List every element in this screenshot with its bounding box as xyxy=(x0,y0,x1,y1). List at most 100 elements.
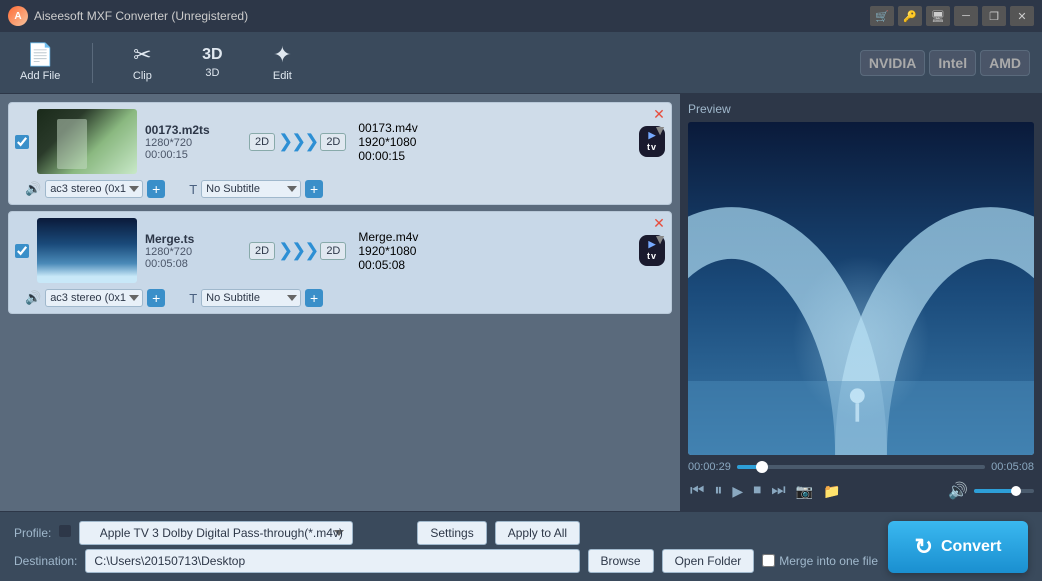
audio-select-wrap-2: 🔊 ac3 stereo (0x1 + xyxy=(25,289,165,307)
edit-button[interactable]: ✦ Edit xyxy=(257,40,307,86)
profile-select-wrap: Apple TV 3 Dolby Digital Pass-through(*.… xyxy=(59,521,409,545)
stop-button[interactable]: ⏹ xyxy=(751,480,763,502)
folder-button[interactable]: 📁 xyxy=(821,481,842,502)
main-area: 00173.m2ts 1280*720 00:00:15 2D ❯❯❯ 2D 0… xyxy=(0,94,1042,511)
src-dur-1: 00:00:15 xyxy=(145,149,245,161)
profile-color-dot xyxy=(59,525,71,537)
toolbar: 📄 Add File ✂ Clip 3D 3D ✦ Edit NVIDIA In… xyxy=(0,32,1042,94)
file-close-button-2[interactable]: ✕ xyxy=(653,216,667,230)
sub-select-wrap-1: T No Subtitle + xyxy=(189,180,323,198)
file-item: 00173.m2ts 1280*720 00:00:15 2D ❯❯❯ 2D 0… xyxy=(8,102,672,205)
minimize-button[interactable]: ─ xyxy=(954,6,978,26)
src-filename-2: Merge.ts xyxy=(145,232,245,246)
apply-to-all-button[interactable]: Apply to All xyxy=(495,521,580,545)
screenshot-button[interactable]: 📷 xyxy=(794,481,815,502)
file-actions-1: ✕ ▼ xyxy=(653,107,667,137)
audio-add-button-2[interactable]: + xyxy=(147,289,165,307)
volume-track[interactable] xyxy=(974,489,1034,493)
preview-video[interactable] xyxy=(688,122,1034,455)
merge-checkbox[interactable] xyxy=(762,554,775,567)
destination-input[interactable] xyxy=(85,549,579,573)
edit-icon: ✦ xyxy=(273,44,291,66)
gpu-buttons: NVIDIA Intel AMD xyxy=(860,50,1030,76)
intel-button[interactable]: Intel xyxy=(929,50,976,76)
subtitle-icon-2: T xyxy=(189,291,197,306)
threed-button[interactable]: 3D 3D xyxy=(187,43,237,83)
file-actions-2: ✕ ▼ xyxy=(653,216,667,246)
clip-button[interactable]: ✂ Clip xyxy=(117,40,167,86)
file-edit-button-2[interactable]: ▼ xyxy=(653,232,667,246)
progress-bar-wrap: 00:00:29 00:05:08 xyxy=(688,461,1034,473)
bottom-bar: Profile: Apple TV 3 Dolby Digital Pass-t… xyxy=(0,511,1042,581)
file-thumbnail-1 xyxy=(37,109,137,174)
convert-button[interactable]: ↻ Convert xyxy=(888,521,1028,573)
restore-button[interactable]: ❐ xyxy=(982,6,1006,26)
audio-select-2[interactable]: ac3 stereo (0x1 xyxy=(45,289,143,307)
pause-button[interactable]: ⏸ xyxy=(712,480,724,502)
volume-thumb[interactable] xyxy=(1011,486,1021,496)
add-file-button[interactable]: 📄 Add File xyxy=(12,40,68,86)
file-item-2: Merge.ts 1280*720 00:05:08 2D ❯❯❯ 2D Mer… xyxy=(8,211,672,314)
file-checkbox-1[interactable] xyxy=(15,135,29,149)
app-title: Aiseesoft MXF Converter (Unregistered) xyxy=(34,9,870,23)
file-item-header-2: Merge.ts 1280*720 00:05:08 2D ❯❯❯ 2D Mer… xyxy=(15,218,665,283)
clip-icon: ✂ xyxy=(133,44,151,66)
file-dst-1: 00173.m4v 1920*1080 00:00:15 xyxy=(358,121,478,163)
arrow-icon-1: ❯❯❯ xyxy=(278,131,317,152)
profile-select[interactable]: Apple TV 3 Dolby Digital Pass-through(*.… xyxy=(79,521,353,545)
close-button[interactable]: ✕ xyxy=(1010,6,1034,26)
volume-wrap: 🔊 xyxy=(946,479,1034,503)
progress-thumb[interactable] xyxy=(756,461,768,473)
skip-back-button[interactable]: ⏮ xyxy=(688,480,706,502)
audio-icon-1: 🔊 xyxy=(25,181,41,197)
audio-select-1[interactable]: ac3 stereo (0x1 xyxy=(45,180,143,198)
skip-fwd-button[interactable]: ⏭ xyxy=(769,480,787,502)
convert-label: Convert xyxy=(941,538,1001,556)
amd-button[interactable]: AMD xyxy=(980,50,1030,76)
open-folder-button[interactable]: Open Folder xyxy=(662,549,755,573)
subtitle-select-1[interactable]: No Subtitle xyxy=(201,180,301,198)
progress-track[interactable] xyxy=(737,465,985,469)
preview-video-inner xyxy=(688,122,1034,455)
sub-select-wrap-2: T No Subtitle + xyxy=(189,289,323,307)
nvidia-logo: NVIDIA xyxy=(869,55,916,71)
nvidia-button[interactable]: NVIDIA xyxy=(860,50,925,76)
dst-res-2: 1920*1080 xyxy=(358,244,478,258)
file-info-2: Merge.ts 1280*720 00:05:08 2D ❯❯❯ 2D Mer… xyxy=(145,230,665,272)
destination-label: Destination: xyxy=(14,554,77,568)
play-button[interactable]: ▶ xyxy=(730,481,745,502)
dst-res-1: 1920*1080 xyxy=(358,135,478,149)
file-thumbnail-2 xyxy=(37,218,137,283)
profile-label: Profile: xyxy=(14,526,51,540)
merge-wrap: Merge into one file xyxy=(762,554,878,568)
file-info-1: 00173.m2ts 1280*720 00:00:15 2D ❯❯❯ 2D 0… xyxy=(145,121,665,163)
dst-filename-2: Merge.m4v xyxy=(358,230,478,244)
add-file-icon: 📄 xyxy=(26,44,53,66)
file-checkbox-2[interactable] xyxy=(15,244,29,258)
src-mode-badge-1: 2D xyxy=(249,133,275,151)
total-time-label: 00:05:08 xyxy=(991,461,1034,473)
file-close-button-1[interactable]: ✕ xyxy=(653,107,667,121)
current-time-label: 00:00:29 xyxy=(688,461,731,473)
dst-filename-1: 00173.m4v xyxy=(358,121,478,135)
subtitle-select-2[interactable]: No Subtitle xyxy=(201,289,301,307)
arrow-icon-2: ❯❯❯ xyxy=(278,240,317,261)
cart-button[interactable]: 🛒 xyxy=(870,6,894,26)
subtitle-add-button-2[interactable]: + xyxy=(305,289,323,307)
clip-label: Clip xyxy=(133,70,152,82)
browse-button[interactable]: Browse xyxy=(588,549,654,573)
dst-mode-badge-2: 2D xyxy=(320,242,346,260)
app-logo: A xyxy=(8,6,28,26)
monitor-button[interactable]: 🖥 xyxy=(926,6,950,26)
src-dur-2: 00:05:08 xyxy=(145,258,245,270)
audio-add-button-1[interactable]: + xyxy=(147,180,165,198)
volume-button[interactable]: 🔊 xyxy=(946,479,970,503)
key-button[interactable]: 🔑 xyxy=(898,6,922,26)
dst-dur-2: 00:05:08 xyxy=(358,258,478,272)
settings-button[interactable]: Settings xyxy=(417,521,486,545)
file-dst-2: Merge.m4v 1920*1080 00:05:08 xyxy=(358,230,478,272)
threed-icon: 3D xyxy=(202,47,222,63)
subtitle-add-button-1[interactable]: + xyxy=(305,180,323,198)
file-bottom-row-1: 🔊 ac3 stereo (0x1 + T No Subtitle + xyxy=(15,180,665,198)
file-edit-button-1[interactable]: ▼ xyxy=(653,123,667,137)
